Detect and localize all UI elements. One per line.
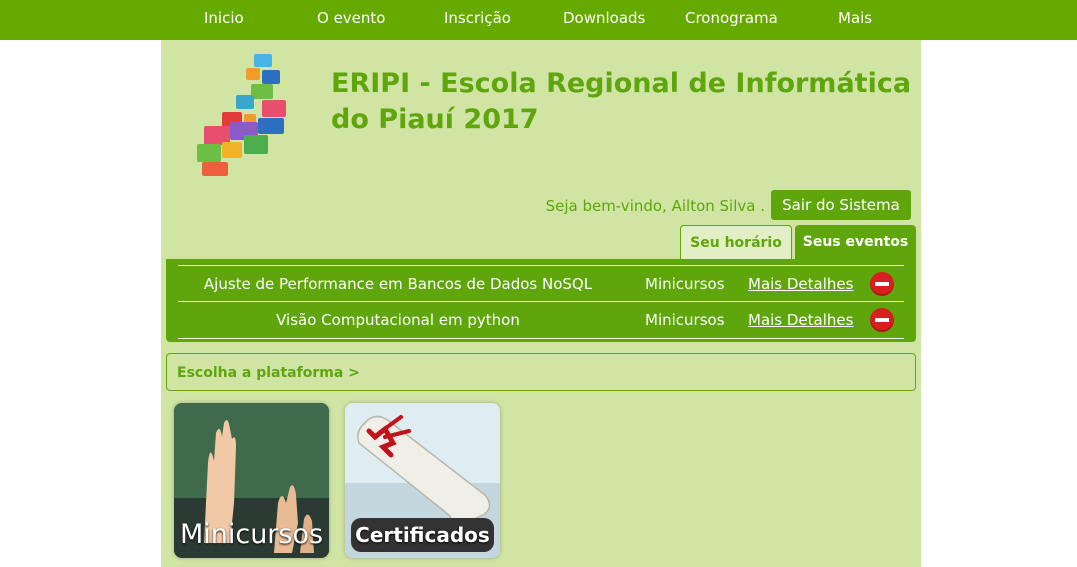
certificados-tile[interactable]: Certificados xyxy=(345,403,500,558)
nav-item-inicio[interactable]: Inicio xyxy=(204,0,244,36)
event-details-link[interactable]: Mais Detalhes xyxy=(748,266,853,302)
main-panel: ERIPI - Escola Regional de Informática d… xyxy=(161,40,921,567)
remove-icon[interactable] xyxy=(870,272,894,296)
event-logo xyxy=(197,54,286,176)
event-row: Visão Computacional em python Minicursos… xyxy=(178,301,904,339)
platform-breadcrumb[interactable]: Escolha a plataforma > xyxy=(166,353,916,391)
event-type: Minicursos xyxy=(645,275,725,293)
event-name: Visão Computacional em python xyxy=(276,311,520,329)
event-row: Ajuste de Performance em Bancos de Dados… xyxy=(178,265,904,302)
nav-item-mais[interactable]: Mais xyxy=(838,0,872,36)
welcome-message: Seja bem-vindo, Ailton Silva . xyxy=(545,197,765,215)
minicursos-label: Minicursos xyxy=(179,519,324,550)
events-list: Ajuste de Performance em Bancos de Dados… xyxy=(166,259,916,342)
event-type: Minicursos xyxy=(645,311,725,329)
minicursos-tile[interactable]: Minicursos xyxy=(174,403,329,558)
nav-item-o-evento[interactable]: O evento xyxy=(317,0,385,36)
certificados-label: Certificados xyxy=(351,518,494,552)
nav-item-downloads[interactable]: Downloads xyxy=(563,0,645,36)
page-title: ERIPI - Escola Regional de Informática d… xyxy=(331,68,912,135)
event-details-link[interactable]: Mais Detalhes xyxy=(748,302,853,338)
nav-item-inscricao[interactable]: Inscrição xyxy=(444,0,511,36)
tab-seu-horario[interactable]: Seu horário xyxy=(680,225,792,259)
remove-icon[interactable] xyxy=(870,308,894,332)
tab-seus-eventos[interactable]: Seus eventos xyxy=(795,225,916,259)
nav-item-cronograma[interactable]: Cronograma xyxy=(685,0,778,36)
top-navigation: Inicio O evento Inscrição Downloads Cron… xyxy=(0,0,1077,40)
logout-button[interactable]: Sair do Sistema xyxy=(771,190,911,220)
platform-label: Escolha a plataforma > xyxy=(177,365,360,381)
event-name: Ajuste de Performance em Bancos de Dados… xyxy=(203,275,593,293)
